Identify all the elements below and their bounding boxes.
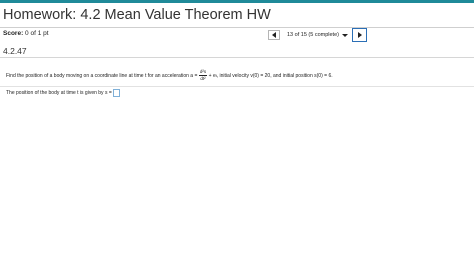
score-display: Score: 0 of 1 pt <box>3 30 49 37</box>
acceleration-fraction: d²s dt² <box>198 69 208 81</box>
question-progress-label: 13 of 15 (5 complete) <box>287 32 339 38</box>
title-divider <box>0 27 474 28</box>
question-text: Find the position of a body moving on a … <box>6 69 333 81</box>
question-number: 4.2.47 <box>3 46 27 56</box>
score-label: Score: <box>3 30 24 37</box>
answer-input[interactable] <box>112 89 120 97</box>
question-text-after: , initial velocity v(0) = 20, and initia… <box>216 72 333 79</box>
question-divider <box>0 57 474 58</box>
triangle-down-icon <box>341 33 348 37</box>
page-title: Homework: 4.2 Mean Value Theorem HW <box>3 7 271 23</box>
next-question-button[interactable] <box>352 28 367 42</box>
triangle-left-icon <box>272 32 276 38</box>
previous-question-button[interactable] <box>268 30 280 40</box>
triangle-right-icon <box>357 32 362 38</box>
score-value: 0 of 1 pt <box>25 30 49 37</box>
fraction-denominator: dt² <box>200 75 206 81</box>
top-accent-bar <box>0 0 474 3</box>
answer-prompt: The position of the body at time t is gi… <box>6 90 112 96</box>
question-text-mid: + e <box>208 72 216 79</box>
question-select-dropdown[interactable]: 13 of 15 (5 complete) <box>282 30 350 40</box>
answer-divider <box>0 86 474 87</box>
answer-row: The position of the body at time t is gi… <box>6 89 120 97</box>
question-text-before: Find the position of a body moving on a … <box>6 72 198 79</box>
